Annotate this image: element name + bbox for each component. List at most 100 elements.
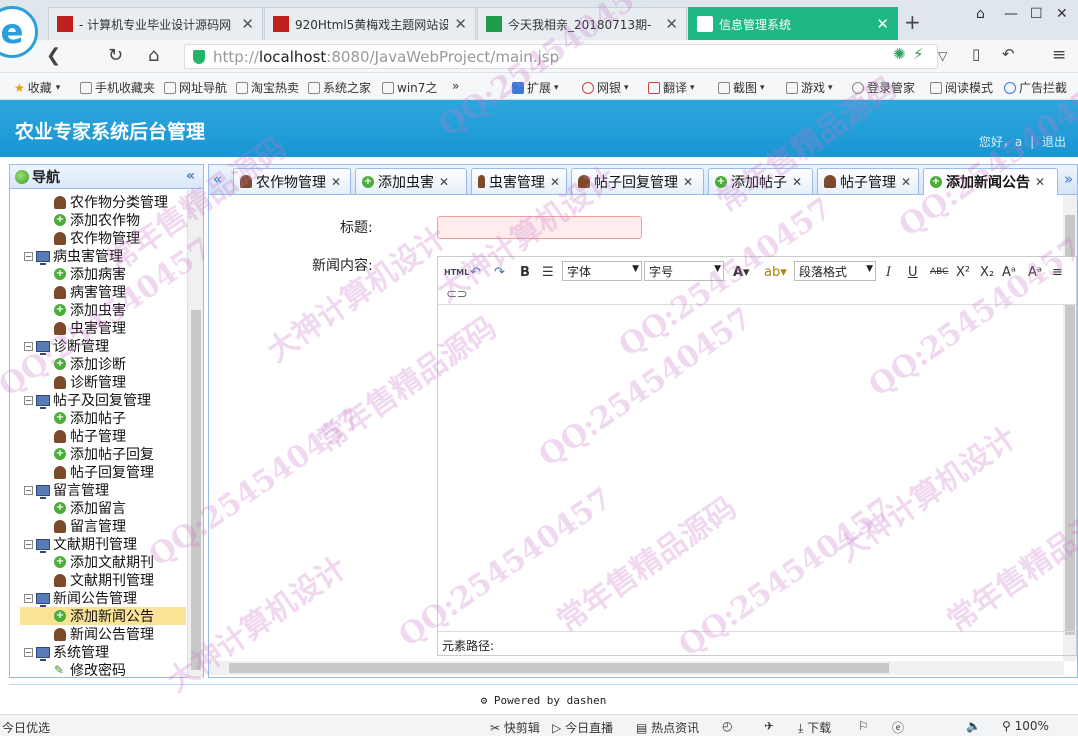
title-input[interactable]: [437, 216, 642, 239]
underline-icon[interactable]: U: [908, 263, 918, 281]
nav-item[interactable]: + 添加病害: [20, 265, 126, 283]
collapse-toggle-icon[interactable]: −: [24, 395, 33, 405]
font-size-select[interactable]: 字号 ▼: [644, 261, 724, 281]
nav-item[interactable]: + 添加农作物: [20, 211, 140, 229]
screenshot-menu[interactable]: 截图 ▾: [718, 79, 765, 96]
chevron-down-icon[interactable]: ▽: [938, 49, 947, 63]
close-tab-icon[interactable]: ✕: [683, 175, 693, 189]
bookmark-item[interactable]: win7之: [382, 79, 437, 96]
speed-icon[interactable]: ◴: [722, 719, 732, 733]
nav-item[interactable]: 帖子回复管理: [20, 463, 154, 481]
scroll-tabs-left-icon[interactable]: «: [213, 170, 222, 188]
shirt-icon[interactable]: ⌂: [976, 6, 985, 22]
bookmark-item[interactable]: 淘宝热卖: [236, 79, 299, 96]
collapse-toggle-icon[interactable]: −: [24, 341, 33, 351]
align-icon[interactable]: ≡: [1052, 263, 1063, 281]
flag-icon[interactable]: ⚐: [858, 719, 869, 733]
content-tab[interactable]: 帖子管理 ✕: [817, 168, 919, 194]
nav-item[interactable]: 留言管理: [20, 517, 126, 535]
nav-group[interactable]: − 新闻公告管理: [24, 589, 137, 607]
nav-item[interactable]: + 添加帖子回复: [20, 445, 154, 463]
download-button[interactable]: ⤓ 下载: [798, 719, 831, 736]
nav-item[interactable]: 文献期刊管理: [20, 571, 154, 589]
nav-item[interactable]: + 添加留言: [20, 499, 126, 517]
close-window-button[interactable]: ✕: [1056, 6, 1068, 22]
speed-icon[interactable]: ✺: [893, 45, 906, 63]
collapse-toggle-icon[interactable]: −: [24, 485, 33, 495]
close-tab-icon[interactable]: ✕: [1035, 175, 1045, 189]
nav-group[interactable]: − 留言管理: [24, 481, 109, 499]
clear-format-icon[interactable]: Aᵃ: [1002, 263, 1016, 281]
content-tab[interactable]: 帖子回复管理 ✕: [571, 168, 704, 194]
close-tab-icon[interactable]: ✕: [439, 175, 449, 189]
translate-menu[interactable]: 翻译 ▾: [648, 79, 695, 96]
back-button[interactable]: ❮: [46, 45, 61, 66]
content-tab[interactable]: 虫害管理 ✕: [471, 168, 567, 194]
close-tab-icon[interactable]: ✕: [550, 175, 560, 189]
bold-icon[interactable]: B: [520, 263, 530, 281]
scrollbar-thumb[interactable]: [191, 310, 201, 670]
browser-tab[interactable]: 今天我相亲_20180713期- ✕: [477, 7, 687, 40]
collapse-toggle-icon[interactable]: −: [24, 251, 33, 261]
rocket-icon[interactable]: ✈: [764, 719, 774, 733]
maximize-button[interactable]: ☐: [1030, 6, 1043, 22]
font-color-icon[interactable]: A▾: [733, 263, 750, 281]
close-tab-icon[interactable]: ✕: [901, 175, 911, 189]
logout-link[interactable]: 退出: [1042, 135, 1066, 149]
nav-item[interactable]: 诊断管理: [20, 373, 126, 391]
browser-tab[interactable]: - 计算机专业毕业设计源码网 ✕: [48, 7, 263, 40]
strikethrough-icon[interactable]: ABC: [930, 263, 948, 281]
format-icon[interactable]: ☰: [542, 263, 554, 281]
nav-item[interactable]: + 添加文献期刊: [20, 553, 154, 571]
collapse-toggle-icon[interactable]: −: [24, 539, 33, 549]
html-source-icon[interactable]: HTML: [444, 263, 469, 281]
reading-mode-button[interactable]: 阅读模式: [930, 79, 993, 96]
bookmark-item[interactable]: 系统之家: [308, 79, 371, 96]
browser-tab[interactable]: 920Html5黄梅戏主题网站设 ✕: [264, 7, 476, 40]
close-tab-icon[interactable]: ✕: [454, 15, 467, 33]
bookmark-item[interactable]: 网址导航: [164, 79, 227, 96]
refresh-button[interactable]: ↻: [108, 45, 123, 66]
scroll-tabs-right-icon[interactable]: »: [1064, 170, 1073, 188]
nav-item[interactable]: ✎ 修改密码: [20, 661, 126, 678]
nav-item[interactable]: 虫害管理: [20, 319, 126, 337]
italic-icon[interactable]: I: [886, 263, 891, 281]
nav-item[interactable]: 农作物分类管理: [20, 193, 168, 211]
new-tab-button[interactable]: +: [904, 10, 921, 34]
nav-item[interactable]: + 添加新闻公告: [20, 607, 186, 625]
ad-block-button[interactable]: 广告拦截: [1004, 79, 1067, 96]
close-tab-icon[interactable]: ✕: [876, 15, 889, 33]
login-manager-button[interactable]: 登录管家: [852, 79, 915, 96]
remove-format-icon[interactable]: Aᵃ: [1028, 263, 1042, 281]
content-tab-active[interactable]: + 添加新闻公告 ✕: [923, 168, 1058, 195]
paragraph-format-select[interactable]: 段落格式 ▼: [794, 261, 876, 281]
close-tab-icon[interactable]: ✕: [665, 15, 678, 33]
rich-text-editor[interactable]: HTML ↶ ↷ B ☰ 字体 ▼ 字号 ▼ A▾ ab▾ 段落格式 ▼ I U AB…: [437, 256, 1077, 656]
subscript-icon[interactable]: X₂: [980, 263, 994, 281]
scrollbar-thumb[interactable]: [229, 663, 889, 673]
bookmark-item[interactable]: 手机收藏夹: [80, 79, 155, 96]
close-tab-icon[interactable]: ✕: [792, 175, 802, 189]
nav-group[interactable]: − 系统管理: [24, 643, 109, 661]
quick-edit-button[interactable]: ✂ 快剪辑: [490, 719, 540, 736]
nav-group[interactable]: − 帖子及回复管理: [24, 391, 151, 409]
nav-group[interactable]: − 病虫害管理: [24, 247, 123, 265]
redo-icon[interactable]: ↷: [494, 263, 505, 281]
undo-icon[interactable]: ↶: [1002, 45, 1015, 63]
nav-item[interactable]: 农作物管理: [20, 229, 140, 247]
browser-tab-active[interactable]: 信息管理系统 ✕: [688, 7, 898, 40]
more-bookmarks-button[interactable]: »: [452, 79, 459, 93]
collapse-toggle-icon[interactable]: −: [24, 593, 33, 603]
speaker-icon[interactable]: 🔈: [966, 719, 981, 733]
ie-icon[interactable]: ⓔ: [892, 719, 904, 736]
bookmark-favorites[interactable]: ★ 收藏 ▾: [14, 79, 60, 96]
nav-scrollbar[interactable]: [187, 190, 203, 678]
close-tab-icon[interactable]: ✕: [331, 175, 341, 189]
nav-group[interactable]: − 文献期刊管理: [24, 535, 137, 553]
nav-item[interactable]: + 添加帖子: [20, 409, 126, 427]
horizontal-scrollbar[interactable]: [209, 661, 1064, 675]
content-tab[interactable]: + 添加虫害 ✕: [355, 168, 467, 194]
today-picks-link[interactable]: 今日优选: [2, 719, 50, 736]
collapse-toggle-icon[interactable]: −: [24, 647, 33, 657]
mobile-icon[interactable]: ▯: [972, 45, 980, 63]
